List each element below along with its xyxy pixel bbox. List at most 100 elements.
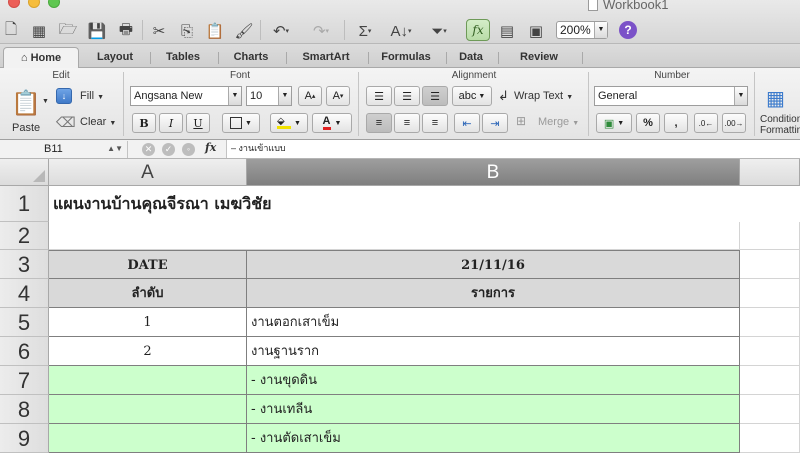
- sheet-title-cell[interactable]: แผนงานบ้านคุณจีรณา เมฆวิชัย: [49, 186, 800, 222]
- conditional-formatting-icon[interactable]: ▦: [766, 86, 785, 111]
- cell-a3[interactable]: DATE: [49, 250, 247, 279]
- format-painter-icon[interactable]: 🖌: [234, 20, 254, 42]
- bold-button[interactable]: B: [132, 113, 156, 133]
- column-header-b[interactable]: B: [247, 159, 740, 186]
- align-center-button[interactable]: ≡: [394, 113, 420, 133]
- merge-button[interactable]: Merge ▼: [538, 116, 579, 128]
- cancel-icon[interactable]: ✕: [142, 143, 155, 156]
- cell-c7[interactable]: [740, 366, 800, 395]
- cut-icon[interactable]: ✂: [150, 20, 168, 42]
- formula-input[interactable]: – งานเข้าแบบ: [226, 140, 800, 158]
- cell-a8[interactable]: [49, 395, 247, 424]
- close-window-button[interactable]: [8, 0, 20, 8]
- font-color-button[interactable]: A ▼: [312, 113, 352, 133]
- cell-c6[interactable]: [740, 337, 800, 366]
- sort-icon[interactable]: A↓ ▾: [386, 20, 416, 42]
- insert-function-icon[interactable]: ◦: [182, 143, 195, 156]
- row-header-7[interactable]: 7: [0, 366, 49, 395]
- currency-format-button[interactable]: ▣ ▼: [596, 113, 632, 133]
- row-header-6[interactable]: 6: [0, 337, 49, 366]
- select-all-corner[interactable]: [0, 159, 49, 186]
- cell-a6[interactable]: 2: [49, 337, 247, 366]
- cell-a9[interactable]: [49, 424, 247, 453]
- paste-label[interactable]: Paste: [12, 122, 40, 134]
- cell-b9[interactable]: - งานตัดเสาเข็ม: [247, 424, 740, 453]
- help-button[interactable]: ?: [619, 21, 637, 39]
- row-header-2[interactable]: 2: [0, 222, 49, 250]
- cell-c2[interactable]: [740, 222, 800, 250]
- tab-home[interactable]: ⌂ Home: [3, 47, 79, 69]
- cell-b2[interactable]: [247, 222, 740, 250]
- comma-button[interactable]: ,: [664, 113, 688, 133]
- align-middle-button[interactable]: ☰: [394, 86, 420, 106]
- paste-big-icon[interactable]: 📋: [6, 86, 46, 120]
- align-top-button[interactable]: ☰: [366, 86, 392, 106]
- increase-indent-button[interactable]: ⇥: [482, 113, 508, 133]
- autosum-icon[interactable]: Σ ▾: [352, 20, 378, 42]
- row-header-5[interactable]: 5: [0, 308, 49, 337]
- wrap-text-icon[interactable]: ↲: [498, 88, 509, 104]
- save-icon[interactable]: 💾: [88, 20, 107, 42]
- tab-layout[interactable]: Layout: [84, 47, 146, 68]
- cell-c5[interactable]: [740, 308, 800, 337]
- cell-c3[interactable]: [740, 250, 800, 279]
- align-left-button[interactable]: ≡: [366, 113, 392, 133]
- decrease-font-size-button[interactable]: A ▾: [326, 86, 350, 106]
- decrease-decimal-button[interactable]: .00→: [722, 113, 746, 133]
- cell-b3[interactable]: 21/11/16: [247, 250, 740, 279]
- tab-smartart[interactable]: SmartArt: [288, 47, 364, 68]
- minimize-window-button[interactable]: [28, 0, 40, 8]
- eraser-icon[interactable]: ⌫: [56, 114, 76, 131]
- column-header-a[interactable]: A: [49, 159, 247, 186]
- fill-down-icon[interactable]: ↓: [56, 88, 72, 104]
- tab-formulas[interactable]: Formulas: [370, 47, 442, 68]
- merge-icon[interactable]: ⊞: [516, 114, 526, 128]
- gallery-icon[interactable]: ▤: [498, 20, 516, 42]
- number-format-select[interactable]: General ▼: [594, 86, 748, 106]
- cell-b8[interactable]: - งานเทลีน: [247, 395, 740, 424]
- name-box[interactable]: B11 ▲▼: [0, 141, 128, 158]
- cell-a5[interactable]: 1: [49, 308, 247, 337]
- cell-a4[interactable]: ลำดับ: [49, 279, 247, 308]
- cell-c9[interactable]: [740, 424, 800, 453]
- wrap-text-button[interactable]: Wrap Text ▼: [514, 90, 573, 102]
- font-name-select[interactable]: Angsana New ▼: [130, 86, 242, 106]
- decrease-indent-button[interactable]: ⇤: [454, 113, 480, 133]
- align-right-button[interactable]: ≡: [422, 113, 448, 133]
- underline-button[interactable]: U: [186, 113, 210, 133]
- toolbox-icon[interactable]: ▣: [526, 20, 546, 42]
- tab-charts[interactable]: Charts: [220, 47, 282, 68]
- undo-icon[interactable]: ↶ ▾: [266, 20, 296, 42]
- cell-b7[interactable]: - งานขุดดิน: [247, 366, 740, 395]
- row-header-4[interactable]: 4: [0, 279, 49, 308]
- chevron-down-icon[interactable]: ▼: [42, 98, 49, 105]
- enter-icon[interactable]: ✓: [162, 143, 175, 156]
- cell-c4[interactable]: [740, 279, 800, 308]
- stepper-icon[interactable]: ▲▼: [107, 141, 123, 157]
- open-folder-icon[interactable]: 🗁: [58, 20, 78, 42]
- redo-icon[interactable]: ↷ ▾: [306, 20, 336, 42]
- tab-review[interactable]: Review: [500, 47, 578, 68]
- zoom-window-button[interactable]: [48, 0, 60, 8]
- increase-font-size-button[interactable]: A ▴: [298, 86, 322, 106]
- print-icon[interactable]: 🖶: [116, 20, 136, 42]
- new-workbook-icon[interactable]: 🗋: [2, 20, 20, 42]
- text-orientation-button[interactable]: abc ▼: [452, 86, 492, 106]
- row-header-8[interactable]: 8: [0, 395, 49, 424]
- percent-button[interactable]: %: [636, 113, 660, 133]
- copy-icon[interactable]: ⎘: [178, 20, 196, 42]
- fx-icon[interactable]: fx: [205, 141, 216, 154]
- cell-a7[interactable]: [49, 366, 247, 395]
- templates-icon[interactable]: ▦: [30, 20, 48, 42]
- row-header-9[interactable]: 9: [0, 424, 49, 453]
- cell-b6[interactable]: งานฐานราก: [247, 337, 740, 366]
- cell-b5[interactable]: งานตอกเสาเข็ม: [247, 308, 740, 337]
- fill-color-button[interactable]: ⬙ ▼: [270, 113, 308, 133]
- paste-icon[interactable]: 📋: [206, 20, 225, 42]
- zoom-select[interactable]: 200% ▼: [556, 21, 608, 39]
- font-size-select[interactable]: 10 ▼: [246, 86, 292, 106]
- fill-button[interactable]: Fill ▼: [80, 90, 104, 102]
- cell-c8[interactable]: [740, 395, 800, 424]
- filter-icon[interactable]: ⏷ ▾: [424, 20, 454, 42]
- align-bottom-button[interactable]: ☰: [422, 86, 448, 106]
